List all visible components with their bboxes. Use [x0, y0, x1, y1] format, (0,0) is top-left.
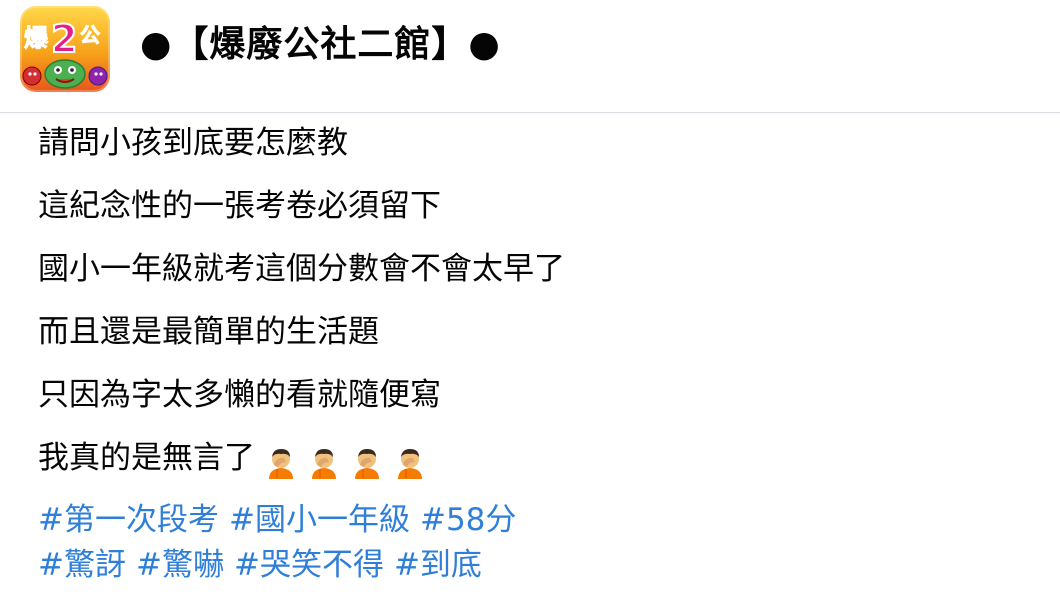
post-body: 請問小孩到底要怎麼教 這紀念性的一張考卷必須留下 國小一年級就考這個分數會不會太…: [0, 113, 1060, 596]
hashtag-link[interactable]: #到底: [394, 547, 482, 583]
post-text-line: 這紀念性的一張考卷必須留下: [38, 188, 441, 224]
avatar-logo-icon: 爆 2 公: [22, 16, 108, 89]
hashtag-link[interactable]: #驚嚇: [136, 547, 224, 583]
face-palm-person-icon: [312, 449, 336, 479]
emoji-row: [263, 442, 435, 479]
post-text-line-with-emoji: 我真的是無言了: [38, 438, 435, 479]
hashtag-row: #第一次段考 #國小一年級 #58分: [38, 500, 526, 540]
hashtag-link[interactable]: #第一次段考: [38, 502, 219, 538]
page-avatar[interactable]: 爆 2 公: [20, 6, 110, 92]
face-palm-person-icon: [269, 449, 293, 479]
post-text-line: 而且還是最簡單的生活題: [38, 314, 379, 350]
hashtag-link[interactable]: #驚訝: [38, 547, 126, 583]
svg-text:2: 2: [51, 17, 77, 61]
svg-text:公: 公: [80, 23, 100, 47]
page-title[interactable]: ●【爆廢公社二館】●: [140, 20, 501, 70]
face-palm-person-icon: [398, 449, 422, 479]
post-header: 爆 2 公 ●【爆廢公社二館】●: [0, 0, 1060, 113]
post-text-line: 國小一年級就考這個分數會不會太早了: [38, 251, 565, 287]
hashtag-link[interactable]: #58分: [420, 502, 516, 538]
hashtag-link[interactable]: #哭笑不得: [234, 547, 384, 583]
hashtag-link[interactable]: #國小一年級: [229, 502, 410, 538]
hashtag-row: #驚訝 #驚嚇 #哭笑不得 #到底: [38, 545, 492, 585]
svg-text:爆: 爆: [24, 24, 49, 52]
post-text: 我真的是無言了: [38, 440, 255, 476]
post-text-line: 請問小孩到底要怎麼教: [38, 125, 348, 161]
face-palm-person-icon: [355, 449, 379, 479]
post-text-line: 只因為字太多懶的看就隨便寫: [38, 377, 441, 413]
